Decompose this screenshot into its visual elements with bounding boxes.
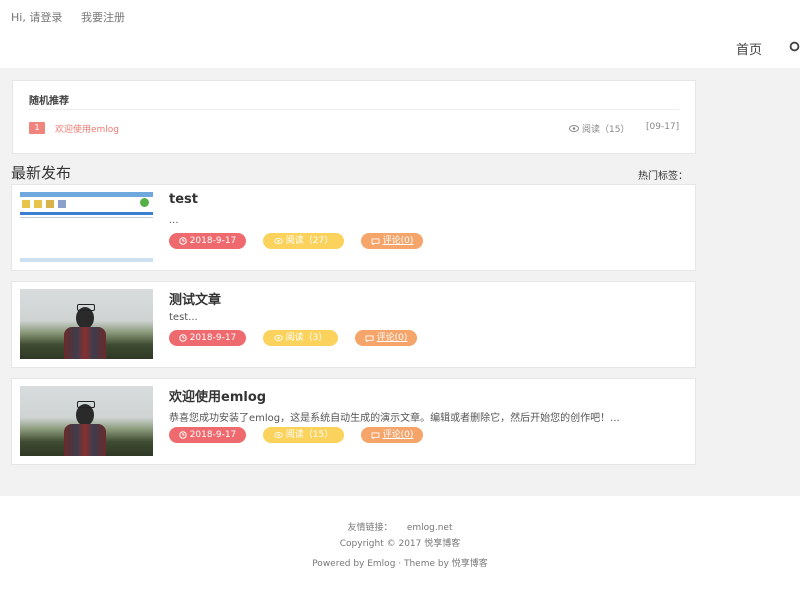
screenshot-thumbnail: [20, 192, 153, 262]
clock-icon: [179, 431, 187, 439]
hot-tags-label: 热门标签：: [638, 171, 688, 182]
random-post-views-text: 阅读（15）: [582, 125, 630, 135]
photo-thumbnail: [20, 289, 153, 359]
friend-links-label: 友情链接：: [347, 523, 393, 533]
date-badge: 2018-9-17: [169, 330, 246, 346]
post-date: 2018-9-17: [189, 236, 237, 246]
post-views: 阅读（3）: [285, 333, 328, 343]
photo-thumbnail: [20, 386, 153, 456]
post-thumbnail[interactable]: [20, 386, 153, 456]
post-excerpt: ...: [169, 215, 179, 226]
clock-icon: [179, 334, 187, 342]
post-title[interactable]: 测试文章: [169, 289, 221, 308]
post-comments[interactable]: 评论(0): [383, 233, 414, 249]
post-comments[interactable]: 评论(0): [383, 427, 414, 443]
latest-posts-title: 最新发布: [11, 164, 72, 182]
random-recommend-title: 随机推荐: [29, 96, 69, 107]
post-excerpt: 恭喜您成功安装了emlog，这是系统自动生成的演示文章。编辑或者删除它，然后开始…: [169, 413, 620, 424]
top-bar: Hi, 请登录 我要注册 首页: [0, 0, 800, 68]
views-badge: 阅读（3）: [263, 330, 338, 346]
post-views: 阅读（27）: [285, 236, 334, 246]
comments-badge[interactable]: 评论(0): [355, 330, 417, 346]
random-post-link[interactable]: 欢迎使用emlog: [55, 122, 119, 135]
rank-badge: 1: [29, 122, 45, 134]
friend-links: 友情链接： emlog.net: [0, 520, 800, 533]
friend-link-emlog[interactable]: emlog.net: [407, 523, 453, 533]
comment-icon: [365, 334, 374, 342]
post-comments[interactable]: 评论(0): [377, 330, 408, 346]
powered-by[interactable]: Powered by Emlog · Theme by 悦享博客: [0, 556, 800, 569]
post-thumbnail[interactable]: [20, 289, 153, 359]
random-post-views: 阅读（15）: [569, 122, 629, 135]
comments-badge[interactable]: 评论(0): [361, 427, 423, 443]
post-meta: 2018-9-17 阅读（15） 评论(0): [169, 427, 423, 443]
search-icon[interactable]: [789, 41, 800, 52]
login-link[interactable]: Hi, 请登录: [11, 9, 62, 25]
post-meta: 2018-9-17 阅读（27） 评论(0): [169, 233, 423, 249]
post-views: 阅读（15）: [285, 430, 334, 440]
comment-icon: [371, 237, 380, 245]
views-badge: 阅读（27）: [263, 233, 344, 249]
eye-icon: [569, 125, 579, 132]
post-title[interactable]: test: [169, 192, 198, 207]
date-badge: 2018-9-17: [169, 233, 246, 249]
footer: 友情链接： emlog.net Copyright © 2017 悦享博客 Po…: [0, 496, 800, 600]
random-recommend-panel: 随机推荐 1 欢迎使用emlog 阅读（15） [09-17]: [12, 80, 696, 154]
post-card: 欢迎使用emlog 恭喜您成功安装了emlog，这是系统自动生成的演示文章。编辑…: [11, 378, 696, 465]
post-date: 2018-9-17: [189, 430, 237, 440]
eye-icon: [273, 335, 283, 341]
random-post-date: [09-17]: [646, 122, 680, 132]
nav-home[interactable]: 首页: [736, 39, 762, 58]
register-link[interactable]: 我要注册: [81, 9, 125, 25]
date-badge: 2018-9-17: [169, 427, 246, 443]
post-date: 2018-9-17: [189, 333, 237, 343]
post-excerpt: test...: [169, 312, 198, 323]
comment-icon: [371, 431, 380, 439]
post-card: 测试文章 test... 2018-9-17 阅读（3） 评论(0): [11, 281, 696, 368]
comments-badge[interactable]: 评论(0): [361, 233, 423, 249]
eye-icon: [273, 238, 283, 244]
clock-icon: [179, 237, 187, 245]
views-badge: 阅读（15）: [263, 427, 344, 443]
post-meta: 2018-9-17 阅读（3） 评论(0): [169, 330, 417, 346]
eye-icon: [273, 432, 283, 438]
post-card: test ... 2018-9-17 阅读（27） 评论(0): [11, 184, 696, 271]
divider: [29, 109, 679, 110]
copyright: Copyright © 2017 悦享博客: [339, 539, 461, 549]
post-title[interactable]: 欢迎使用emlog: [169, 386, 266, 405]
post-thumbnail[interactable]: [20, 192, 153, 262]
